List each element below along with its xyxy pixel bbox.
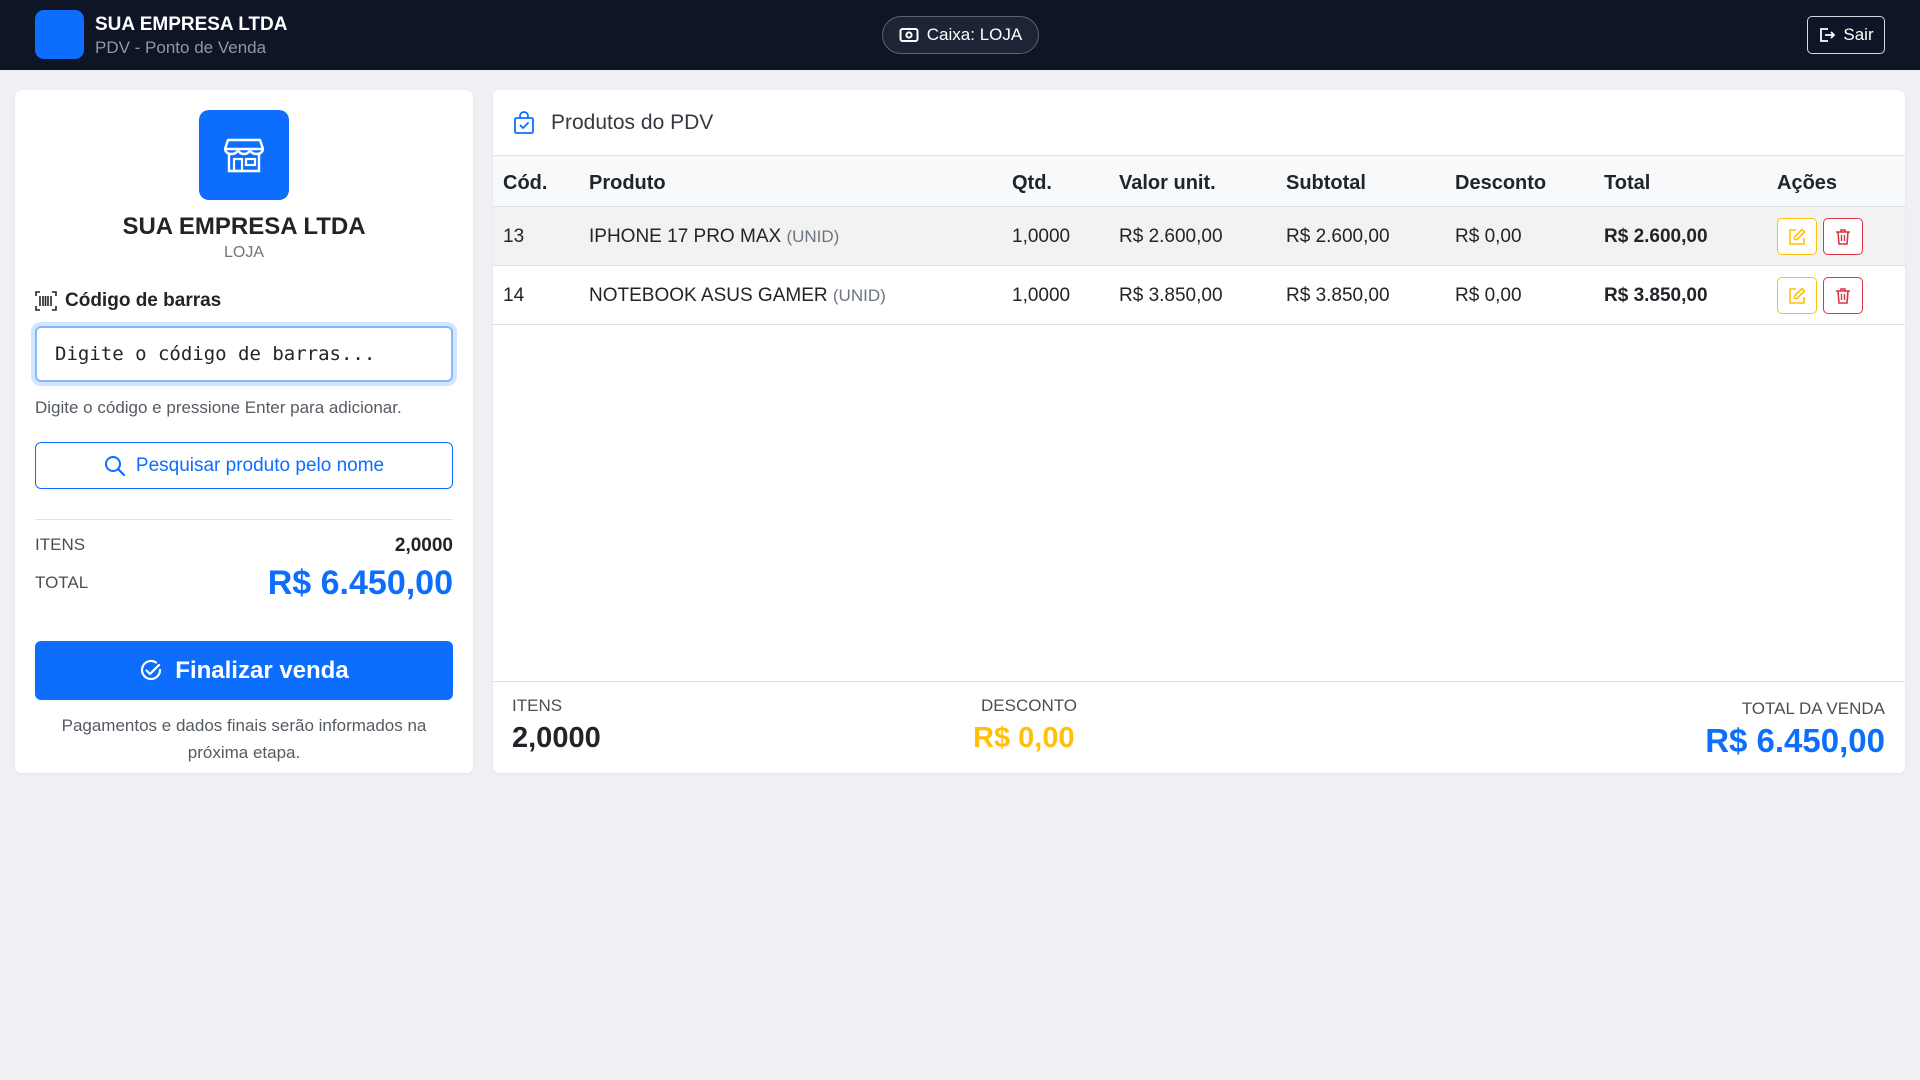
edit-item-button[interactable] <box>1777 277 1817 314</box>
footer-discount-label: DESCONTO <box>981 696 1078 715</box>
total-label: TOTAL <box>35 573 89 592</box>
product-unit: (UNID) <box>832 286 886 305</box>
product-name: NOTEBOOK ASUS GAMER <box>589 285 828 306</box>
cell-code: 13 <box>503 226 525 247</box>
products-title: Produtos do PDV <box>551 110 714 134</box>
barcode-label: Código de barras <box>35 290 221 312</box>
table-row: 14 NOTEBOOK ASUS GAMER (UNID) 1,0000 R$ … <box>493 266 1905 325</box>
cell-code: 14 <box>503 285 525 306</box>
cell-subtotal: R$ 2.600,00 <box>1286 226 1390 247</box>
logout-icon <box>1820 28 1836 42</box>
cell-discount: R$ 0,00 <box>1455 226 1522 247</box>
cell-discount: R$ 0,00 <box>1455 285 1522 306</box>
footer-total-label: TOTAL DA VENDA <box>1741 699 1885 718</box>
products-header: Produtos do PDV <box>493 90 1905 156</box>
table-row: 13 IPHONE 17 PRO MAX (UNID) 1,0000 R$ 2.… <box>493 207 1905 266</box>
footer-items-label: ITENS <box>512 696 563 715</box>
store-icon <box>224 138 264 173</box>
check-circle-icon <box>141 659 162 680</box>
search-icon <box>104 455 125 476</box>
finalize-note: Pagamentos e dados finais serão informad… <box>61 716 427 762</box>
total-value: R$ 6.450,00 <box>267 564 453 602</box>
bag-check-icon <box>514 110 534 134</box>
brand-subtitle: PDV - Ponto de Venda <box>95 38 267 57</box>
divider <box>35 519 453 520</box>
logout-button[interactable]: Sair <box>1807 16 1885 54</box>
edit-icon <box>1789 228 1806 245</box>
cell-qty: 1,0000 <box>1012 226 1071 247</box>
finalize-sale-label: Finalizar venda <box>175 656 349 684</box>
cell-total: R$ 2.600,00 <box>1604 226 1708 247</box>
column-header: Cód. <box>503 172 548 194</box>
store-logo <box>199 110 289 200</box>
logout-label: Sair <box>1843 25 1874 44</box>
products-panel: Produtos do PDV Cód. Produto Qtd. Valor … <box>493 90 1905 773</box>
edit-icon <box>1789 287 1806 304</box>
cash-icon <box>899 28 919 42</box>
table-header: Cód. Produto Qtd. Valor unit. Subtotal D… <box>493 156 1905 207</box>
items-value: 2,0000 <box>394 535 453 556</box>
cell-subtotal: R$ 3.850,00 <box>1286 285 1390 306</box>
trash-icon <box>1836 228 1850 245</box>
delete-item-button[interactable] <box>1823 218 1863 255</box>
barcode-input[interactable] <box>35 326 453 382</box>
sale-summary-footer: ITENS 2,0000 DESCONTO R$ 0,00 TOTAL DA V… <box>493 681 1905 773</box>
barcode-hint: Digite o código e pressione Enter para a… <box>35 398 402 417</box>
search-product-button[interactable]: Pesquisar produto pelo nome <box>35 442 453 489</box>
barcode-label-text: Código de barras <box>65 290 222 311</box>
cell-unit-price: R$ 3.850,00 <box>1119 285 1223 306</box>
footer-total-value: R$ 6.450,00 <box>1705 722 1885 759</box>
trash-icon <box>1836 287 1850 304</box>
cell-unit-price: R$ 2.600,00 <box>1119 226 1223 247</box>
cell-product: NOTEBOOK ASUS GAMER (UNID) <box>589 285 886 307</box>
cell-qty: 1,0000 <box>1012 285 1071 306</box>
search-product-label: Pesquisar produto pelo nome <box>135 454 385 476</box>
items-label: ITENS <box>35 535 86 554</box>
barcode-icon <box>35 291 57 311</box>
column-header: Ações <box>1777 172 1838 194</box>
caixa-label: Caixa: LOJA <box>926 25 1023 44</box>
column-header: Produto <box>589 172 666 194</box>
sale-panel: SUA EMPRESA LTDA LOJA Código de barras D… <box>15 90 473 773</box>
column-header: Valor unit. <box>1119 172 1216 194</box>
caixa-badge: Caixa: LOJA <box>882 16 1039 54</box>
cell-product: IPHONE 17 PRO MAX (UNID) <box>589 226 839 248</box>
store-name: LOJA <box>223 244 264 261</box>
column-header: Total <box>1604 172 1651 194</box>
brand-logo <box>35 10 84 59</box>
product-unit: (UNID) <box>786 227 840 246</box>
footer-discount-value: R$ 0,00 <box>973 722 1075 754</box>
edit-item-button[interactable] <box>1777 218 1817 255</box>
footer-items-value: 2,0000 <box>512 722 601 754</box>
column-header: Desconto <box>1455 172 1547 194</box>
column-header: Qtd. <box>1012 172 1052 194</box>
column-header: Subtotal <box>1286 172 1366 194</box>
brand-name: SUA EMPRESA LTDA <box>95 14 288 35</box>
delete-item-button[interactable] <box>1823 277 1863 314</box>
finalize-sale-button[interactable]: Finalizar venda <box>35 641 453 700</box>
company-name: SUA EMPRESA LTDA <box>122 213 366 240</box>
top-bar: SUA EMPRESA LTDA PDV - Ponto de Venda Ca… <box>0 0 1920 70</box>
cell-total: R$ 3.850,00 <box>1604 285 1708 306</box>
product-name: IPHONE 17 PRO MAX <box>589 226 782 247</box>
